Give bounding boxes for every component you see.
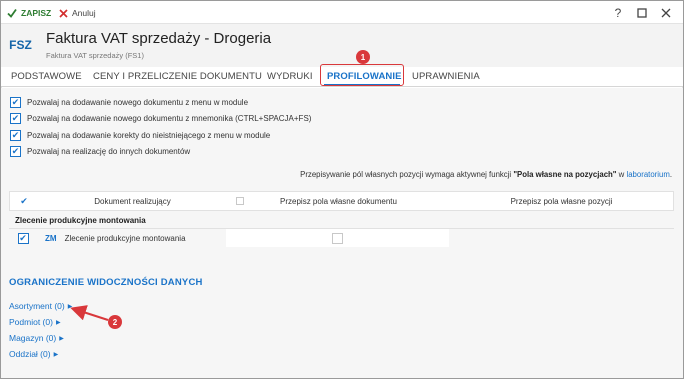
callout-arrow — [70, 305, 109, 321]
callout-badge-2: 2 — [108, 315, 122, 329]
